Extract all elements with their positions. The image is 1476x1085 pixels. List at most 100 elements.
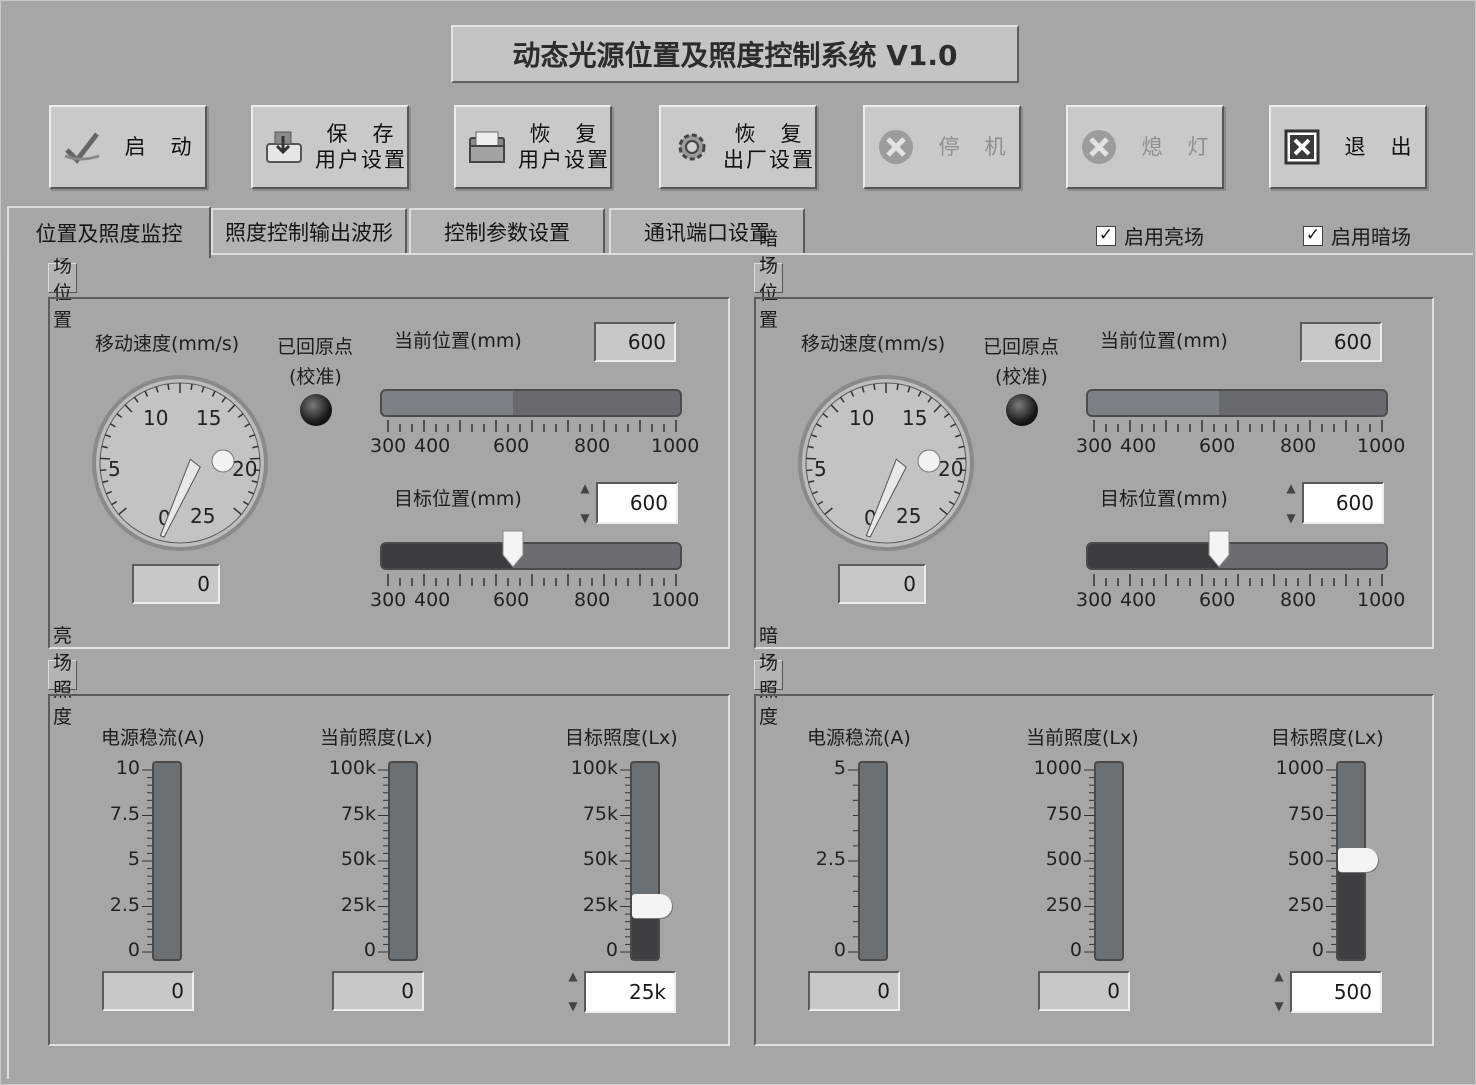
scale-ticks <box>1090 419 1386 432</box>
restore-factory-settings-button[interactable]: 恢 复出厂设置 <box>659 105 817 189</box>
gear-icon <box>671 126 713 168</box>
current-illum-value: 0 <box>332 971 424 1011</box>
button-label: 退 出 <box>1333 134 1425 160</box>
gauge-tick-label: 0 <box>605 939 618 961</box>
lights-off-button[interactable]: 熄 灯 <box>1066 105 1224 189</box>
gauge-tick-label: 100k <box>570 757 618 779</box>
gauge-tick-label: 7.5 <box>109 802 140 825</box>
home-indicator-led <box>300 394 332 426</box>
target-illum-spinner[interactable]: ▲ ▼ <box>1268 969 1290 1013</box>
scale-tick-label: 300 <box>370 435 407 457</box>
spin-down-icon[interactable]: ▼ <box>1286 511 1295 525</box>
group-title: 暗场照度 <box>754 625 784 728</box>
gauge-tick-label: 75k <box>582 802 618 825</box>
scale-ticks <box>384 419 680 432</box>
home-sublabel: (校准) <box>289 366 342 388</box>
save-user-settings-button[interactable]: 保 存用户设置 <box>251 105 409 189</box>
spin-up-icon[interactable]: ▲ <box>568 969 577 983</box>
scale-tick-label: 800 <box>574 435 611 457</box>
target-illum-label: 目标照度(Lx) <box>565 727 678 749</box>
gauge-tick-label: 5 <box>127 848 140 870</box>
gauge-ticks <box>142 769 152 959</box>
tab-waveform[interactable]: 照度控制输出波形 <box>211 208 407 254</box>
gauge-tick-label: 250 <box>1045 893 1082 916</box>
stop-icon <box>875 126 917 168</box>
button-label-line2: 用户设置 <box>315 148 407 172</box>
button-label-line2: 出厂设置 <box>723 148 815 172</box>
spin-up-icon[interactable]: ▲ <box>1274 969 1283 983</box>
target-illum-input[interactable]: 500 <box>1290 971 1382 1013</box>
target-position-label: 目标位置(mm) <box>394 488 522 510</box>
speed-label: 移动速度(mm/s) <box>95 333 240 355</box>
scale-tick-label: 400 <box>1120 435 1157 457</box>
target-position-input[interactable]: 600 <box>1302 482 1384 524</box>
target-position-input[interactable]: 600 <box>596 482 678 524</box>
target-position-spinner[interactable]: ▲ ▼ <box>1280 481 1302 525</box>
start-button[interactable]: 启 动 <box>49 105 207 189</box>
button-label: 熄 灯 <box>1130 134 1222 160</box>
target-illum-thumb[interactable] <box>632 893 672 918</box>
scale-ticks <box>1090 573 1386 586</box>
spin-down-icon[interactable]: ▼ <box>1274 999 1283 1013</box>
scale-tick-label: 600 <box>493 589 530 611</box>
gauge-tick-label: 50k <box>582 848 618 870</box>
button-label-line1: 恢 复 <box>529 122 599 146</box>
spin-up-icon[interactable]: ▲ <box>1286 481 1295 495</box>
app-window: 动态光源位置及照度控制系统 V1.0 启 动保 存用户设置恢 复用户设置恢 复出… <box>0 0 1476 1085</box>
gauge-ticks <box>1326 769 1336 959</box>
button-label-line2: 用户设置 <box>518 148 610 172</box>
slider-fill <box>1088 544 1220 568</box>
enable-bright-checkbox[interactable]: ✓ 启用亮场 <box>1096 221 1204 250</box>
gauge-track <box>388 761 418 961</box>
target-illum-spinner[interactable]: ▲ ▼ <box>562 969 584 1013</box>
exit-button[interactable]: 退 出 <box>1269 105 1427 189</box>
target-position-slider[interactable] <box>1086 542 1388 570</box>
gauge-tick-label: 500 <box>1045 848 1082 870</box>
spin-up-icon[interactable]: ▲ <box>580 481 589 495</box>
current-illum-value: 0 <box>1038 971 1130 1011</box>
target-illum-input[interactable]: 25k <box>584 971 676 1013</box>
gauge-track <box>152 761 182 961</box>
target-position-slider[interactable] <box>380 542 682 570</box>
button-label: 恢 复出厂设置 <box>723 121 815 173</box>
spin-down-icon[interactable]: ▼ <box>568 999 577 1013</box>
tab-monitor[interactable]: 位置及照度监控 <box>7 206 211 258</box>
gauge-tick-label: 1000 <box>1033 757 1082 779</box>
tab-label: 位置及照度监控 <box>35 222 183 246</box>
button-label-line1: 保 存 <box>326 122 396 146</box>
gauge-tick-label: 5 <box>833 757 846 779</box>
save-icon <box>263 126 305 168</box>
gauge-tick-label: 0 <box>1069 939 1082 961</box>
stop-machine-button[interactable]: 停 机 <box>863 105 1021 189</box>
enable-dark-checkbox[interactable]: ✓ 启用暗场 <box>1303 221 1411 250</box>
gauge-tick-label: 500 <box>1287 848 1324 870</box>
current-position-value: 600 <box>1300 322 1382 362</box>
checkbox-label: 启用亮场 <box>1124 225 1204 249</box>
target-illum-thumb[interactable] <box>1338 848 1378 872</box>
speed-value: 0 <box>838 564 926 604</box>
scale-tick-label: 800 <box>1280 589 1317 611</box>
tab-label: 照度控制输出波形 <box>225 221 393 245</box>
scale-tick-label: 600 <box>1199 435 1236 457</box>
current-position-bar <box>1086 389 1388 417</box>
tab-control-params[interactable]: 控制参数设置 <box>409 208 605 254</box>
button-label-line1: 启 动 <box>124 135 194 159</box>
gauge-tick-label: 750 <box>1287 802 1324 825</box>
scale-tick-label: 300 <box>1076 589 1113 611</box>
restore-user-settings-button[interactable]: 恢 复用户设置 <box>454 105 612 189</box>
close-icon <box>1281 126 1323 168</box>
gauge-tick-label: 0 <box>1311 939 1324 961</box>
checkmark-icon: ✓ <box>1303 225 1323 246</box>
slider-thumb[interactable] <box>1207 529 1231 569</box>
target-position-label: 目标位置(mm) <box>1100 488 1228 510</box>
gauge-tick-label: 50k <box>340 848 376 870</box>
spin-down-icon[interactable]: ▼ <box>580 511 589 525</box>
slider-thumb[interactable] <box>501 529 525 569</box>
current-position-bar <box>380 389 682 417</box>
button-label: 恢 复用户设置 <box>518 121 610 173</box>
gauge-tick-label: 2.5 <box>815 848 846 870</box>
current-position-label: 当前位置(mm) <box>394 330 522 352</box>
scale-tick-label: 400 <box>414 589 451 611</box>
tab-label: 通讯端口设置 <box>644 221 770 245</box>
target-position-spinner[interactable]: ▲ ▼ <box>574 481 596 525</box>
